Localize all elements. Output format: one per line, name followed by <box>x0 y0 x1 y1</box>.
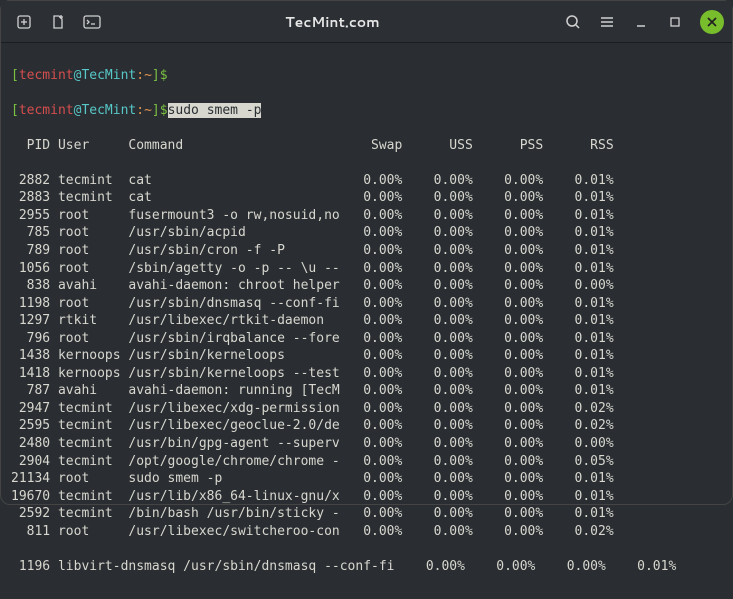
search-button[interactable] <box>558 7 588 37</box>
table-row: 1198 root /usr/sbin/dnsmasq --conf-fi 0.… <box>11 295 722 313</box>
terminal-button[interactable] <box>77 7 107 37</box>
new-tab-button[interactable] <box>9 7 39 37</box>
table-row: 2904 tecmint /opt/google/chrome/chrome -… <box>11 453 722 471</box>
prompt-host: TecMint <box>81 68 136 83</box>
close-icon <box>707 17 717 27</box>
titlebar: TecMint.com <box>1 1 732 43</box>
terminal-icon <box>83 15 101 29</box>
titlebar-left <box>9 7 107 37</box>
prompt-path: :~ <box>136 103 152 118</box>
table-row: 811 root /usr/libexec/switcheroo-con 0.0… <box>11 523 722 541</box>
prompt-user: tecmint <box>19 68 74 83</box>
menu-button[interactable] <box>592 7 622 37</box>
window-title: TecMint.com <box>113 12 552 32</box>
table-row: 787 avahi avahi-daemon: running [TecM 0.… <box>11 382 722 400</box>
prompt-end: $ <box>160 68 168 83</box>
maximize-icon <box>669 16 681 28</box>
titlebar-right <box>558 7 724 37</box>
bracket-open: [ <box>11 103 19 118</box>
table-row: 19670 tecmint /usr/lib/x86_64-linux-gnu/… <box>11 488 722 506</box>
table-row: 789 root /usr/sbin/cron -f -P 0.00% 0.00… <box>11 242 722 260</box>
prompt-user: tecmint <box>19 103 74 118</box>
prompt-path: :~ <box>136 68 152 83</box>
terminal-output[interactable]: [tecmint@TecMint:~]$ [tecmint@TecMint:~]… <box>1 43 732 599</box>
close-button[interactable] <box>700 10 724 34</box>
maximize-button[interactable] <box>660 7 690 37</box>
prompt-line: [tecmint@TecMint:~]$sudo smem -p <box>11 102 722 120</box>
table-row: 785 root /usr/sbin/acpid 0.00% 0.00% 0.0… <box>11 224 722 242</box>
prompt-line: [tecmint@TecMint:~]$ <box>11 67 722 85</box>
new-file-icon <box>50 14 66 30</box>
plus-box-icon <box>16 14 32 30</box>
table-row: 2883 tecmint cat 0.00% 0.00% 0.00% 0.01% <box>11 189 722 207</box>
bracket-close: ] <box>152 68 160 83</box>
table-row: 838 avahi avahi-daemon: chroot helper 0.… <box>11 277 722 295</box>
bracket-open: [ <box>11 68 19 83</box>
table-row: 1438 kernoops /usr/sbin/kerneloops 0.00%… <box>11 347 722 365</box>
prompt-host: TecMint <box>81 103 136 118</box>
hamburger-icon <box>599 14 615 30</box>
table-row: 2882 tecmint cat 0.00% 0.00% 0.00% 0.01% <box>11 172 722 190</box>
table-row: 1418 kernoops /usr/sbin/kerneloops --tes… <box>11 365 722 383</box>
table-row: 1297 rtkit /usr/libexec/rtkit-daemon 0.0… <box>11 312 722 330</box>
table-row: 2955 root fusermount3 -o rw,nosuid,no 0.… <box>11 207 722 225</box>
table-row: 2947 tecmint /usr/libexec/xdg-permission… <box>11 400 722 418</box>
minimize-button[interactable] <box>626 7 656 37</box>
minimize-icon <box>634 15 648 29</box>
command-input: sudo smem -p <box>168 103 262 118</box>
table-row-wide: 1196 libvirt-dnsmasq /usr/sbin/dnsmasq -… <box>11 558 722 576</box>
table-header: PID User Command Swap USS PSS RSS <box>11 137 722 155</box>
new-window-button[interactable] <box>43 7 73 37</box>
table-row: 21134 root sudo smem -p 0.00% 0.00% 0.00… <box>11 470 722 488</box>
table-row: 2592 tecmint /bin/bash /usr/bin/sticky -… <box>11 505 722 523</box>
table-body: 2882 tecmint cat 0.00% 0.00% 0.00% 0.01%… <box>11 172 722 540</box>
table-row: 796 root /usr/sbin/irqbalance --fore 0.0… <box>11 330 722 348</box>
table-row: 1056 root /sbin/agetty -o -p -- \u -- 0.… <box>11 260 722 278</box>
prompt-end: $ <box>160 103 168 118</box>
bracket-close: ] <box>152 103 160 118</box>
search-icon <box>565 14 581 30</box>
table-row: 2480 tecmint /usr/bin/gpg-agent --superv… <box>11 435 722 453</box>
table-row: 2595 tecmint /usr/libexec/geoclue-2.0/de… <box>11 417 722 435</box>
